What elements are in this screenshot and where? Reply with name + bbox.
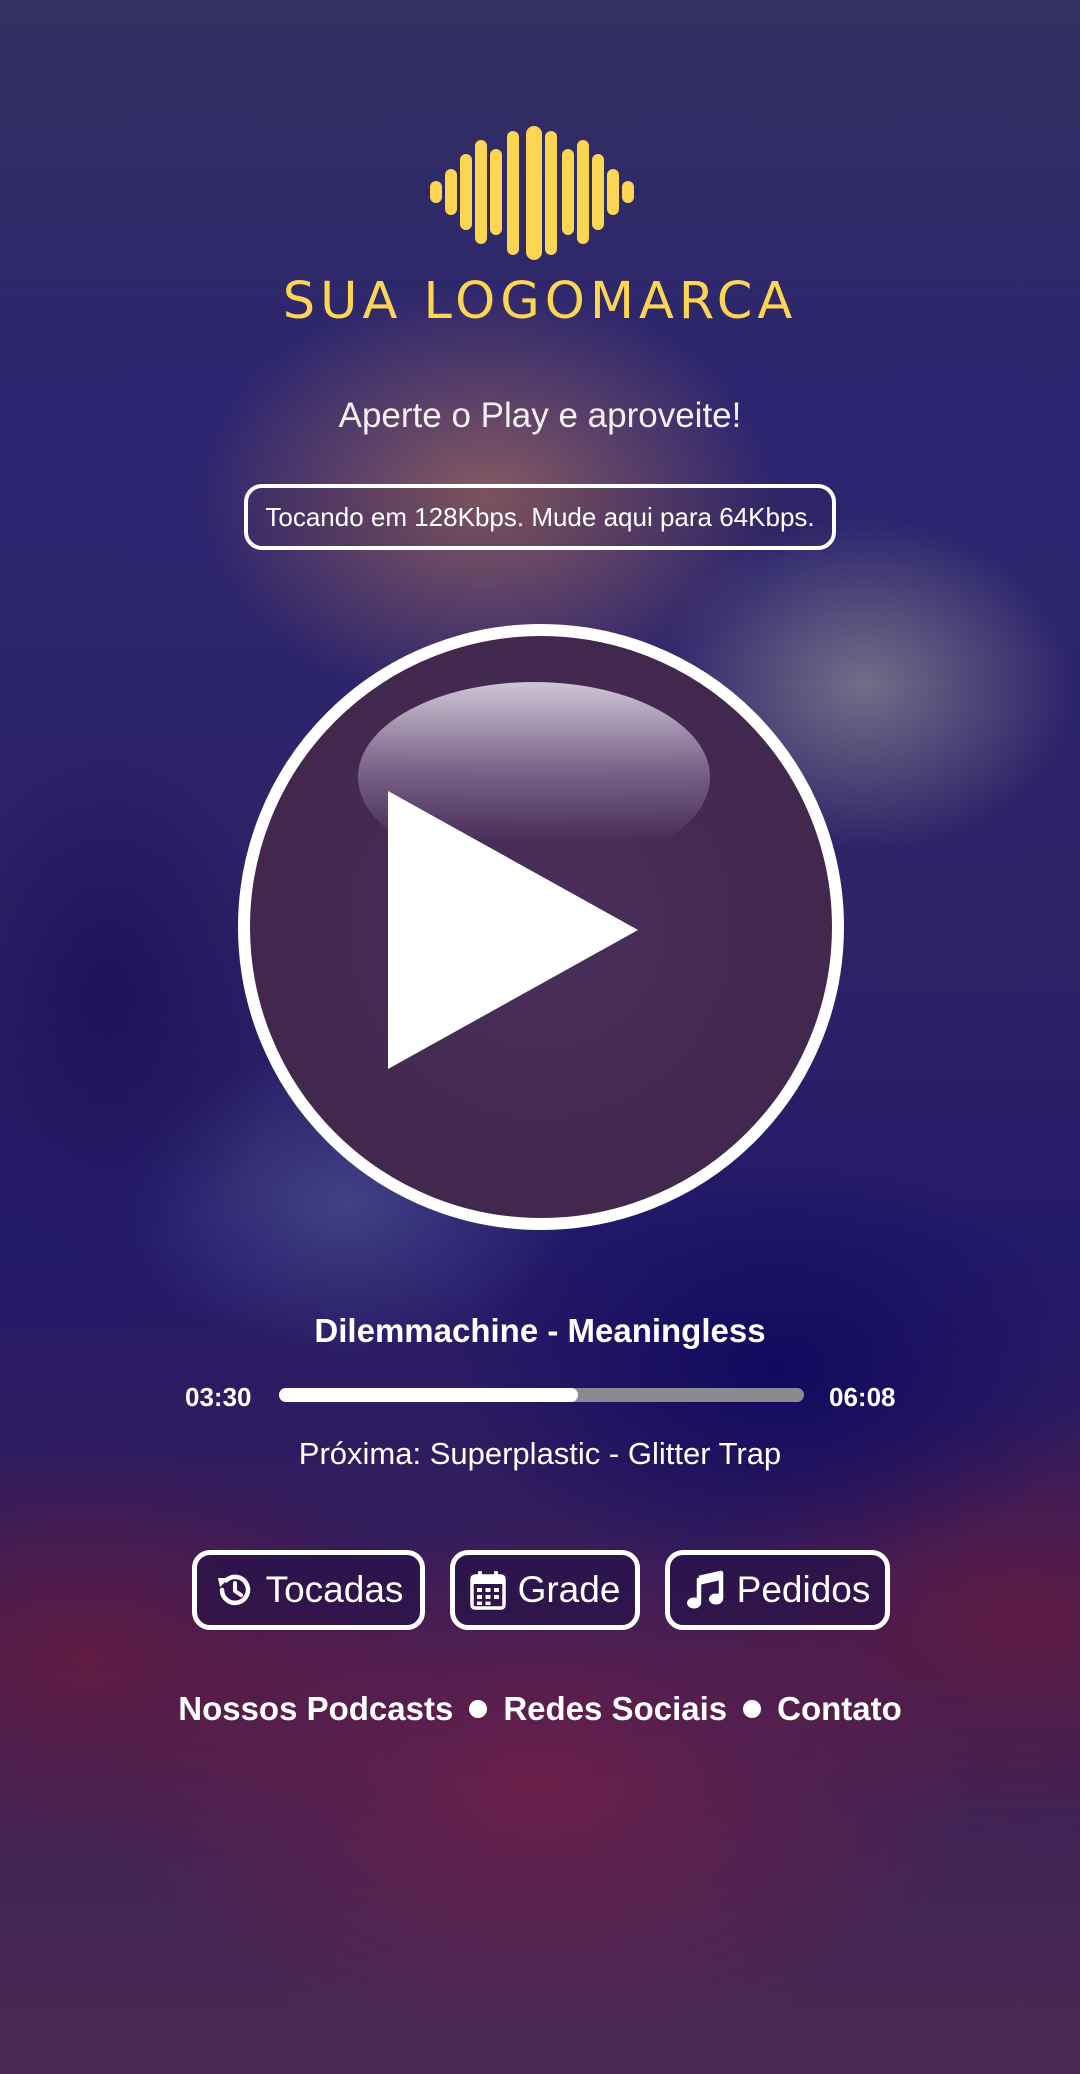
grade-label: Grade (517, 1569, 621, 1610)
soundwave-bar (562, 149, 574, 235)
soundwave-bar (607, 169, 619, 215)
tagline: Aperte o Play e aproveite! (338, 396, 742, 435)
play-button[interactable] (238, 624, 844, 1230)
pedidos-label: Pedidos (736, 1569, 871, 1610)
social-link[interactable]: Redes Sociais (503, 1690, 727, 1728)
history-icon (217, 1574, 250, 1606)
tocadas-button[interactable]: Tocadas (192, 1550, 425, 1630)
soundwave-bar (430, 181, 442, 203)
pedidos-button[interactable]: Pedidos (665, 1550, 890, 1630)
bitrate-toggle-button[interactable]: Tocando em 128Kbps. Mude aqui para 64Kbp… (244, 484, 836, 550)
contact-link[interactable]: Contato (777, 1690, 902, 1728)
play-icon (388, 791, 638, 1069)
music-note-icon (686, 1570, 723, 1609)
grade-button[interactable]: Grade (450, 1550, 640, 1630)
soundwave-bar (545, 131, 557, 255)
soundwave-bar (445, 169, 457, 215)
soundwave-bar (507, 131, 519, 255)
progress-bar[interactable] (279, 1388, 804, 1402)
soundwave-bar (460, 154, 472, 230)
footer-nav: Nossos Podcasts Redes Sociais Contato (0, 1690, 1080, 1728)
elapsed-time: 03:30 (185, 1382, 252, 1412)
calendar-icon (469, 1571, 506, 1610)
separator-dot (743, 1700, 762, 1718)
now-playing-title: Dilemmachine - Meaningless (314, 1312, 766, 1349)
soundwave-icon (430, 126, 652, 260)
logo-text: SUA LOGOMARCA (282, 272, 798, 331)
soundwave-bar (622, 181, 634, 203)
podcasts-link[interactable]: Nossos Podcasts (178, 1690, 453, 1728)
tocadas-label: Tocadas (265, 1569, 404, 1610)
soundwave-bar (490, 149, 502, 235)
soundwave-bar (577, 140, 589, 244)
soundwave-bar (475, 140, 487, 244)
total-time: 06:08 (829, 1382, 896, 1412)
separator-dot (469, 1700, 488, 1718)
soundwave-bar (526, 126, 542, 260)
progress-fill (279, 1388, 579, 1402)
soundwave-bar (592, 154, 604, 230)
next-track-label: Próxima: Superplastic - Glitter Trap (298, 1436, 782, 1471)
